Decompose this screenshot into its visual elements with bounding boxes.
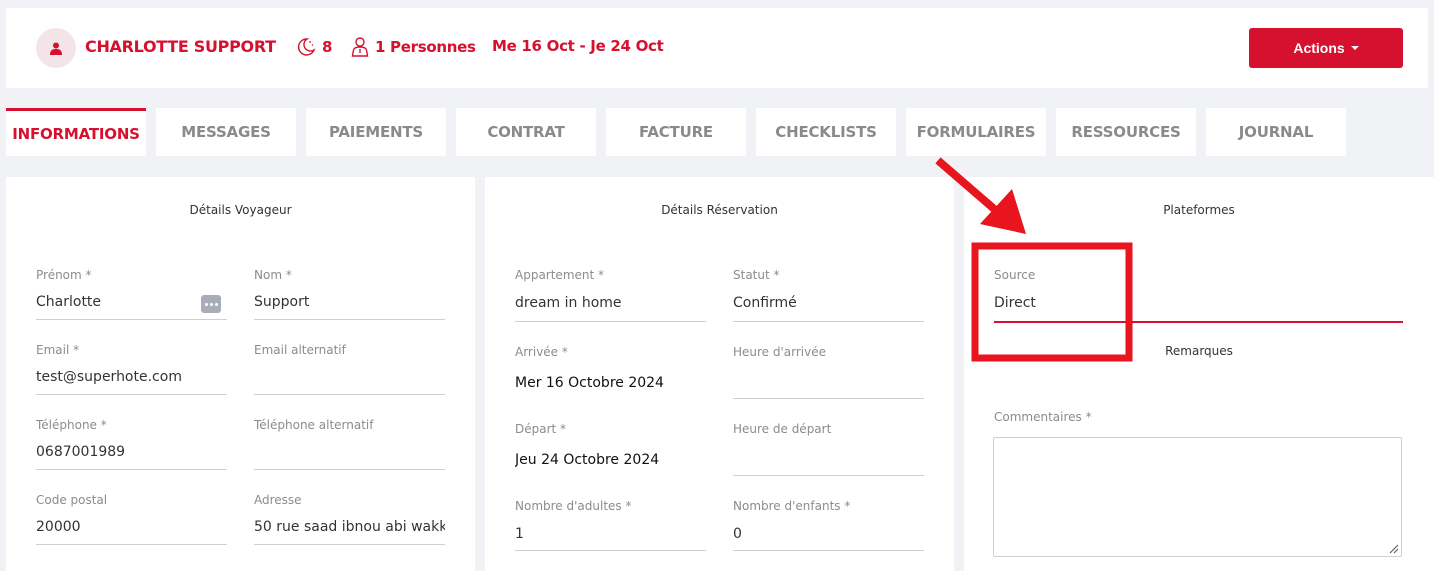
reservation-card: Détails Réservation Appartement * dream … <box>485 177 954 571</box>
code-postal-underline <box>36 544 227 545</box>
voyageur-title: Détails Voyageur <box>189 203 292 217</box>
telephone-underline <box>36 469 227 470</box>
reservation-title: Détails Réservation <box>661 203 778 217</box>
caret-down-icon <box>1350 46 1359 50</box>
enfants-input[interactable]: 0 <box>733 526 742 542</box>
moon-icon <box>297 38 316 56</box>
statut-underline <box>733 321 924 322</box>
source-input[interactable]: Direct <box>994 295 1036 311</box>
telephone-label: Téléphone * <box>36 418 107 432</box>
telephone-alt-underline <box>254 469 445 470</box>
plateformes-card: Plateformes Source Direct Remarques Comm… <box>964 177 1434 571</box>
source-label: Source <box>994 268 1036 282</box>
heure-depart-label: Heure de départ <box>733 422 832 436</box>
code-postal-field[interactable]: Code postal 20000 <box>36 493 227 545</box>
actions-label: Actions <box>1293 40 1345 56</box>
adultes-field[interactable]: Nombre d'adultes * 1 <box>515 499 706 553</box>
depart-field[interactable]: Départ * Jeu 24 Octobre 2024 <box>515 422 706 476</box>
resize-handle-icon[interactable] <box>1387 542 1399 554</box>
email-field[interactable]: Email * test@superhote.com <box>36 343 227 395</box>
adultes-label: Nombre d'adultes * <box>515 499 632 513</box>
tab-messages[interactable]: MESSAGES <box>156 108 296 156</box>
statut-select[interactable]: Confirmé <box>733 295 797 311</box>
nights-value: 8 <box>322 38 333 56</box>
persons-count: 1 Personnes <box>351 37 476 57</box>
tab-journal[interactable]: JOURNAL <box>1206 108 1346 156</box>
nom-field[interactable]: Nom * Support <box>254 268 445 320</box>
source-underline <box>994 321 1403 323</box>
nom-underline <box>254 319 445 320</box>
heure-depart-field[interactable]: Heure de départ <box>733 422 924 476</box>
heure-depart-underline <box>733 475 924 476</box>
commentaires-textarea[interactable] <box>993 437 1402 557</box>
telephone-alt-field[interactable]: Téléphone alternatif <box>254 418 445 470</box>
persons-value: 1 Personnes <box>375 38 476 56</box>
statut-label: Statut * <box>733 268 780 282</box>
email-alt-label: Email alternatif <box>254 343 346 357</box>
email-input[interactable]: test@superhote.com <box>36 369 182 385</box>
adultes-input[interactable]: 1 <box>515 526 524 542</box>
heure-arrivee-label: Heure d'arrivée <box>733 345 827 359</box>
enfants-underline <box>733 550 924 551</box>
tab-formulaires[interactable]: FORMULAIRES <box>906 108 1046 156</box>
source-field[interactable]: Source Direct <box>994 268 1403 323</box>
depart-label: Départ * <box>515 422 567 436</box>
code-postal-label: Code postal <box>36 493 108 507</box>
user-icon <box>50 42 62 55</box>
prenom-label: Prénom * <box>36 268 92 282</box>
dots-icon[interactable] <box>201 295 221 313</box>
voyageur-card: Détails Voyageur Prénom * Charlotte Nom … <box>6 177 475 571</box>
appartement-underline <box>515 321 706 322</box>
guest-name: CHARLOTTE SUPPORT <box>85 37 276 56</box>
nom-label: Nom * <box>254 268 292 282</box>
tab-checklists[interactable]: CHECKLISTS <box>756 108 896 156</box>
reservation-header: CHARLOTTE SUPPORT 8 1 Personnes Me 16 Oc… <box>6 8 1428 88</box>
arrivee-label: Arrivée * <box>515 345 568 359</box>
email-alt-underline <box>254 394 445 395</box>
adresse-input[interactable]: 50 rue saad ibnou abi wakkas <box>254 519 445 535</box>
telephone-field[interactable]: Téléphone * 0687001989 <box>36 418 227 470</box>
tab-informations[interactable]: INFORMATIONS <box>6 108 146 156</box>
enfants-label: Nombre d'enfants * <box>733 499 851 513</box>
email-underline <box>36 394 227 395</box>
arrivee-field[interactable]: Arrivée * Mer 16 Octobre 2024 <box>515 345 706 399</box>
email-label: Email * <box>36 343 80 357</box>
stay-dates: Me 16 Oct - Je 24 Oct <box>492 37 664 55</box>
avatar <box>36 28 76 68</box>
appartement-field[interactable]: Appartement * dream in home <box>515 268 706 322</box>
heure-arrivee-underline <box>733 398 924 399</box>
prenom-field[interactable]: Prénom * Charlotte <box>36 268 227 320</box>
commentaires-label: Commentaires * <box>994 410 1092 424</box>
nights-count: 8 <box>296 37 332 57</box>
telephone-alt-label: Téléphone alternatif <box>254 418 374 432</box>
depart-date[interactable]: Jeu 24 Octobre 2024 <box>515 452 659 468</box>
adultes-underline <box>515 550 706 551</box>
code-postal-input[interactable]: 20000 <box>36 519 81 535</box>
remarques-title: Remarques <box>1165 344 1233 358</box>
tab-contrat[interactable]: CONTRAT <box>456 108 596 156</box>
enfants-field[interactable]: Nombre d'enfants * 0 <box>733 499 924 553</box>
arrivee-date[interactable]: Mer 16 Octobre 2024 <box>515 375 664 391</box>
prenom-input[interactable]: Charlotte <box>36 294 101 310</box>
tab-paiements[interactable]: PAIEMENTS <box>306 108 446 156</box>
tab-facture[interactable]: FACTURE <box>606 108 746 156</box>
prenom-underline <box>36 319 227 320</box>
commentaires-label-wrap: Commentaires * <box>994 410 1092 424</box>
nom-input[interactable]: Support <box>254 294 309 310</box>
adresse-label: Adresse <box>254 493 302 507</box>
statut-field[interactable]: Statut * Confirmé <box>733 268 924 322</box>
heure-arrivee-field[interactable]: Heure d'arrivée <box>733 345 924 399</box>
tab-ressources[interactable]: RESSOURCES <box>1056 108 1196 156</box>
appartement-label: Appartement * <box>515 268 605 282</box>
plateformes-title: Plateformes <box>1163 203 1235 217</box>
adresse-underline <box>254 544 445 545</box>
adresse-field[interactable]: Adresse 50 rue saad ibnou abi wakkas <box>254 493 445 545</box>
appartement-select[interactable]: dream in home <box>515 295 622 311</box>
email-alt-field[interactable]: Email alternatif <box>254 343 445 395</box>
telephone-input[interactable]: 0687001989 <box>36 444 125 460</box>
actions-button[interactable]: Actions <box>1249 28 1403 68</box>
person-icon <box>351 37 369 57</box>
